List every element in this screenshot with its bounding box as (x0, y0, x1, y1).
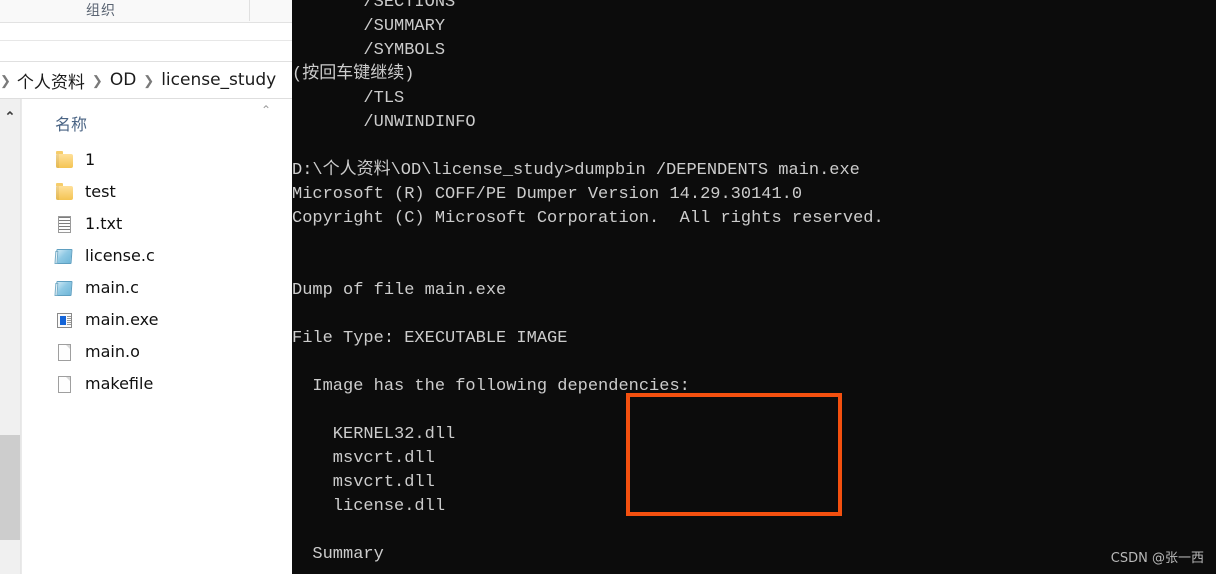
terminal-line: Copyright (C) Microsoft Corporation. All… (292, 209, 884, 228)
chevron-right-icon-2: ❯ (143, 72, 155, 88)
terminal-line: /TLS (292, 89, 405, 108)
watermark: CSDN @张一西 (1110, 551, 1204, 566)
terminal-line: File Type: EXECUTABLE IMAGE (292, 329, 568, 348)
folder-icon (55, 150, 74, 170)
navigation-pane-strip: ⌃ (0, 99, 21, 574)
c-source-icon (55, 247, 74, 266)
ribbon-separator (249, 0, 250, 21)
terminal-line: /UNWINDINFO (292, 113, 476, 132)
folder-icon (55, 182, 74, 202)
file-name-label: main.o (85, 342, 140, 361)
terminal-line: license.dll (292, 497, 446, 516)
file-list-item[interactable]: main.c (22, 272, 292, 304)
file-name-label: main.exe (85, 310, 159, 329)
text-file-icon (55, 215, 74, 234)
file-name-label: 1.txt (85, 214, 123, 233)
file-name-label: main.c (85, 278, 139, 297)
file-name-label: license.c (85, 246, 155, 265)
command-prompt-window[interactable]: /SECTIONS /SUMMARY /SYMBOLS (按回车键继续) /TLS… (292, 0, 1216, 574)
terminal-line: (按回车键继续) (292, 65, 415, 84)
file-list-item[interactable]: main.o (22, 336, 292, 368)
generic-file-icon (55, 375, 74, 394)
file-list: 1 test 1.txt license.c main.c main.exe main.o m… (22, 144, 292, 400)
ribbon-tab-organize[interactable]: 组织 (86, 0, 116, 20)
breadcrumb-item-od[interactable]: OD (110, 70, 136, 90)
terminal-line: Dump of file main.exe (292, 281, 507, 300)
chevron-right-icon-1: ❯ (91, 72, 103, 88)
ribbon-body-row2 (0, 41, 292, 62)
terminal-line: /SYMBOLS (292, 41, 446, 60)
breadcrumb-item-license-study[interactable]: license_study (161, 70, 276, 90)
terminal-line: msvcrt.dll (292, 449, 435, 468)
file-explorer-window: 组织 ❯ 个人资料 ❯ OD ❯ license_study ⌃ 名称 ⌃ 1 t… (0, 0, 292, 574)
scrollbar-thumb[interactable] (0, 435, 20, 540)
breadcrumb[interactable]: ❯ 个人资料 ❯ OD ❯ license_study (0, 62, 292, 99)
breadcrumb-item-personal[interactable]: 个人资料 (17, 68, 85, 93)
terminal-line: KERNEL32.dll (292, 425, 456, 444)
terminal-line: /SUMMARY (292, 17, 446, 36)
chevron-right-icon-lead: ❯ (0, 72, 11, 88)
file-name-label: test (85, 182, 116, 201)
c-source-icon (55, 279, 74, 298)
terminal-line: D:\个人资料\OD\license_study>dumpbin /DEPEND… (292, 161, 860, 180)
sort-ascending-icon[interactable]: ⌃ (261, 103, 271, 117)
terminal-line: msvcrt.dll (292, 473, 435, 492)
terminal-line: Summary (292, 545, 384, 564)
executable-icon (55, 311, 74, 330)
chevron-up-icon[interactable]: ⌃ (3, 109, 17, 125)
ribbon-bar: 组织 (0, 0, 292, 23)
ribbon-body-row1 (0, 23, 292, 41)
file-list-item[interactable]: main.exe (22, 304, 292, 336)
file-name-label: 1 (85, 150, 96, 169)
file-list-item[interactable]: 1.txt (22, 208, 292, 240)
column-header-name[interactable]: 名称 ⌃ (22, 99, 292, 142)
file-name-label: makefile (85, 374, 154, 393)
terminal-line: Image has the following dependencies: (292, 377, 690, 396)
file-list-item[interactable]: 1 (22, 144, 292, 176)
file-list-pane: 名称 ⌃ 1 test 1.txt license.c main.c main.exe ma… (21, 99, 292, 574)
terminal-output: /SECTIONS /SUMMARY /SYMBOLS (按回车键继续) /TLS… (292, 0, 1216, 567)
terminal-line: Microsoft (R) COFF/PE Dumper Version 14.… (292, 185, 803, 204)
generic-file-icon (55, 343, 74, 362)
column-header-label: 名称 (55, 115, 88, 134)
file-list-item[interactable]: test (22, 176, 292, 208)
terminal-line: /SECTIONS (292, 0, 456, 12)
file-list-item[interactable]: license.c (22, 240, 292, 272)
file-list-item[interactable]: makefile (22, 368, 292, 400)
